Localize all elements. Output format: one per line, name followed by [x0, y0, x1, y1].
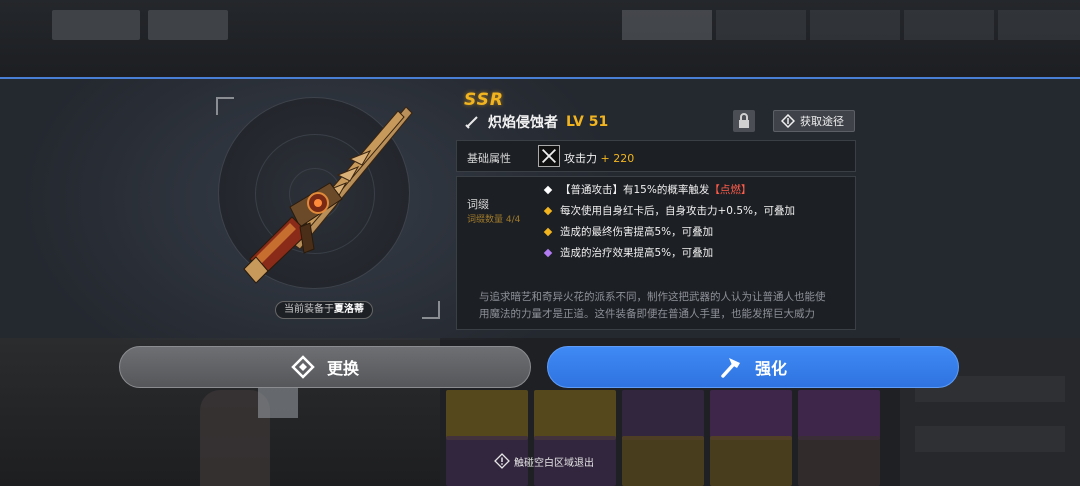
affix-line: 【普通攻击】有15%的概率触发 【点燃】 [543, 182, 752, 197]
background-tab [622, 10, 712, 40]
affix-text: 【普通攻击】有15%的概率触发 [560, 184, 710, 196]
hammer-icon [721, 358, 740, 378]
attack-stat-value: + 220 [600, 152, 635, 165]
exit-hint: 触碰空白区域退出 [494, 452, 594, 470]
equipped-character-name: 夏洛蒂 [334, 304, 364, 315]
equipped-by-tag: 当前装备于夏洛蒂 [275, 301, 373, 319]
lock-button[interactable] [733, 110, 755, 132]
affix-text: 每次使用自身红卡后，自身攻击力+0.5%，可叠加 [560, 205, 795, 217]
background-tab [998, 10, 1080, 40]
item-title-row: 炽焰侵蚀者 LV 51 [464, 112, 608, 132]
affix-count: 词缀数量 4/4 [467, 215, 521, 225]
background-tab [904, 10, 994, 40]
weapon-rifle-image [243, 106, 413, 284]
background-inventory-cell [710, 436, 792, 486]
swap-diamond-icon [291, 355, 315, 379]
attack-stat: 攻击力 + 220 [564, 150, 634, 166]
upgrade-button-label: 强化 [754, 359, 787, 378]
item-detail-modal: 当前装备于夏洛蒂 SSR 炽焰侵蚀者 LV 51 获取途径 基础属性 攻击力 +… [0, 77, 1080, 340]
crossed-swords-icon [538, 145, 560, 167]
affix-bullet-icon [543, 206, 553, 215]
source-button-label: 获取途径 [800, 115, 844, 128]
background-inventory-cell [798, 390, 880, 440]
sword-icon [465, 116, 478, 129]
affix-text: 造成的最终伤害提高5%，可叠加 [560, 226, 714, 238]
affix-text: 造成的治疗效果提高5%，可叠加 [560, 247, 714, 259]
exit-hint-text: 触碰空白区域退出 [514, 457, 594, 469]
exit-hint-icon [494, 453, 510, 469]
lock-icon [739, 113, 749, 128]
background-back-button [52, 10, 140, 40]
affix-bullet-icon [543, 248, 553, 257]
background-tab [810, 10, 900, 40]
change-button[interactable]: 更换 [119, 346, 531, 388]
affix-line: 每次使用自身红卡后，自身攻击力+0.5%，可叠加 [543, 203, 795, 218]
background-inventory-cell [798, 436, 880, 486]
rarity-badge: SSR [464, 90, 504, 110]
affix-title: 词缀 [467, 198, 489, 211]
background-save-button [148, 10, 228, 40]
affix-highlight: 【点燃】 [709, 184, 752, 196]
change-button-label: 更换 [326, 359, 359, 378]
equipped-prefix: 当前装备于 [284, 304, 334, 315]
item-level: LV 51 [566, 114, 609, 130]
affix-bullet-icon [543, 185, 553, 194]
affix-bullet-icon [543, 227, 553, 236]
background-inventory-cell [622, 390, 704, 440]
affix-line: 造成的治疗效果提高5%，可叠加 [543, 245, 714, 260]
frame-corner-bottom-right [422, 301, 440, 319]
background-inventory-cell [534, 390, 616, 440]
background-side-menu-row [915, 426, 1065, 452]
background-inventory-cell [446, 390, 528, 440]
attack-stat-name: 攻击力 [564, 152, 597, 165]
source-button[interactable]: 获取途径 [773, 110, 855, 132]
upgrade-button[interactable]: 强化 [547, 346, 959, 388]
background-tab [716, 10, 806, 40]
background-inventory-cell [710, 390, 792, 440]
affix-panel[interactable]: 词缀 词缀数量 4/4 【普通攻击】有15%的概率触发 【点燃】 每次使用自身红卡… [456, 176, 856, 330]
background-inventory-cell [622, 436, 704, 486]
base-attributes-panel: 基础属性 攻击力 + 220 [456, 140, 856, 172]
affix-line: 造成的最终伤害提高5%，可叠加 [543, 224, 714, 239]
base-attributes-label: 基础属性 [467, 152, 511, 165]
flavor-text: 与追求暗艺和奇异火花的派系不同，制作这把武器的人认为让普通人也能使用魔法的力量才… [479, 291, 826, 320]
item-name: 炽焰侵蚀者 [488, 115, 558, 131]
source-diamond-icon [781, 114, 795, 128]
